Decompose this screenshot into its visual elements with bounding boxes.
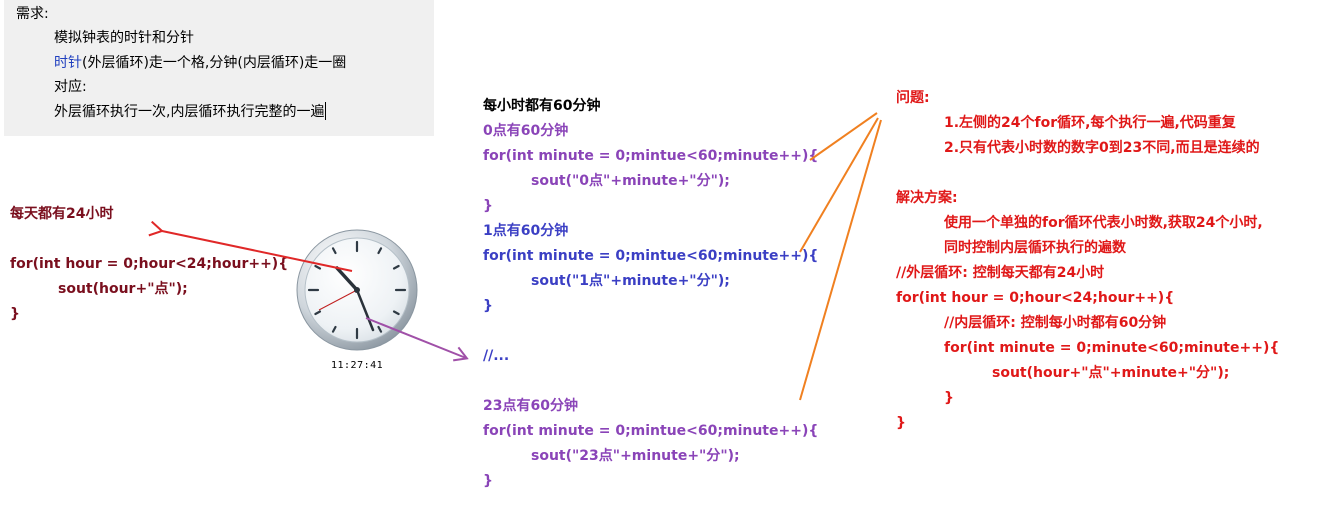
connector-lines [148, 112, 882, 401]
hour-hand-arrow [148, 220, 353, 272]
minute-hand-arrow [365, 317, 469, 362]
connector-line-block23 [799, 119, 882, 401]
connector-line-block1 [799, 117, 879, 253]
